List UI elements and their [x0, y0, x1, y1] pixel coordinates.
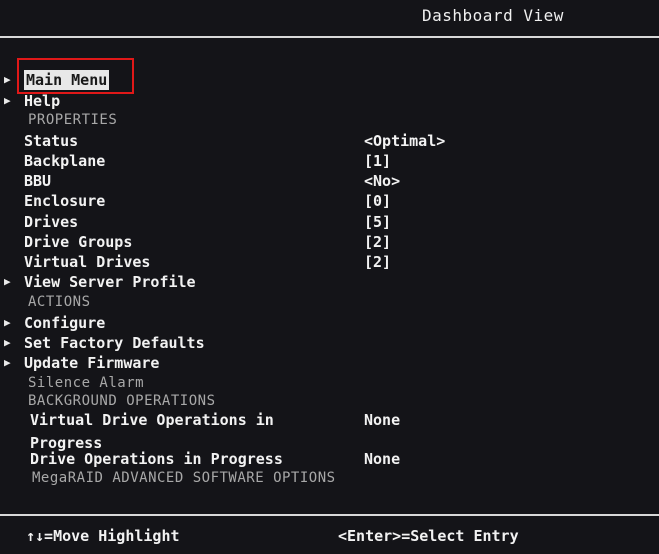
- triangle-right-icon: ▶: [4, 316, 11, 329]
- property-value: <Optimal>: [364, 132, 446, 150]
- top-divider: [0, 36, 659, 38]
- bottom-divider: [0, 514, 659, 516]
- property-value: [1]: [364, 152, 392, 170]
- triangle-right-icon: ▶: [4, 356, 11, 369]
- property-label: Enclosure: [24, 192, 106, 210]
- update-firmware-label: Update Firmware: [24, 354, 160, 372]
- property-label: Virtual Drives: [24, 253, 151, 271]
- property-label: BBU: [24, 172, 52, 190]
- footer-move-highlight: ↑↓=Move Highlight: [26, 527, 180, 545]
- screen-title: Dashboard View: [422, 6, 564, 25]
- property-label: Drive Groups: [24, 233, 133, 251]
- vd-operations-label: Virtual Drive Operations in: [30, 411, 274, 429]
- triangle-right-icon: ▶: [4, 275, 11, 288]
- silence-alarm-label: Silence Alarm: [28, 375, 145, 391]
- triangle-right-icon: ▶: [4, 336, 11, 349]
- property-label: Drives: [24, 213, 79, 231]
- help-label: Help: [24, 92, 61, 110]
- property-value: [2]: [364, 233, 392, 251]
- view-server-profile-label: View Server Profile: [24, 273, 196, 291]
- drive-operations-value: None: [364, 450, 401, 468]
- vd-operations-value: None: [364, 411, 401, 429]
- footer-select-entry: <Enter>=Select Entry: [338, 527, 519, 545]
- property-value: [2]: [364, 253, 392, 271]
- property-value: <No>: [364, 172, 401, 190]
- property-label: Backplane: [24, 152, 106, 170]
- property-value: [0]: [364, 192, 392, 210]
- set-factory-defaults-label: Set Factory Defaults: [24, 334, 205, 352]
- selection-highlight-box: [17, 58, 134, 94]
- triangle-right-icon: ▶: [4, 94, 11, 107]
- triangle-right-icon: ▶: [4, 73, 11, 86]
- configure-label: Configure: [24, 314, 106, 332]
- drive-operations-label: Drive Operations in Progress: [30, 450, 283, 468]
- property-value: [5]: [364, 213, 392, 231]
- property-label: Status: [24, 132, 79, 150]
